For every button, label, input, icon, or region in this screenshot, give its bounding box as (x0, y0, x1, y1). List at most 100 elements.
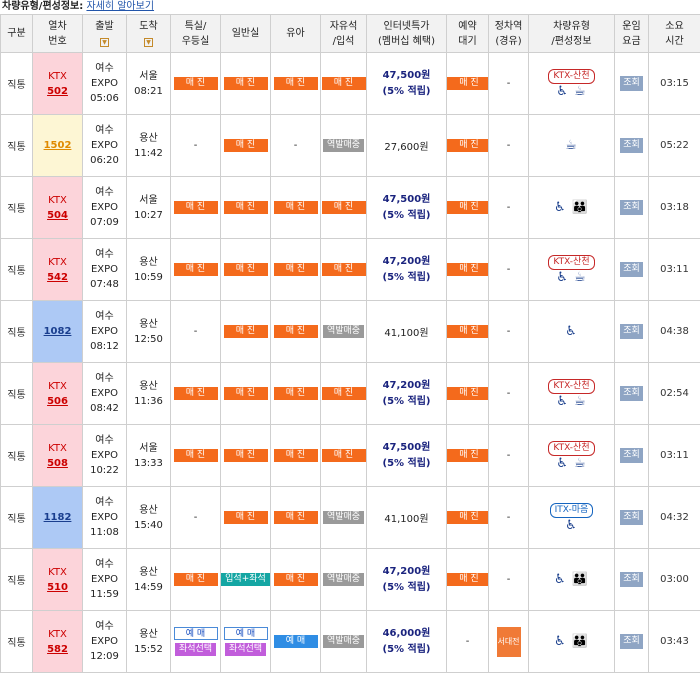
sold-out-button[interactable]: 매 진 (273, 387, 318, 400)
fare-lookup-button[interactable]: 조회 (620, 448, 643, 463)
waitlist-button[interactable]: 매 진 (447, 77, 488, 90)
seat-select-button[interactable]: 좌석선택 (174, 643, 217, 656)
general-cell: 매 진 (220, 424, 271, 487)
sold-out-button[interactable]: 매 진 (321, 387, 366, 400)
train-number-link[interactable]: 504 (47, 210, 68, 221)
sold-out-button[interactable]: 매 진 (223, 387, 268, 400)
train-number-link[interactable]: 1182 (44, 512, 72, 523)
infant-cell: 매 진 (270, 548, 321, 611)
fare-lookup-button[interactable]: 조회 (620, 262, 643, 277)
sold-out-button[interactable]: 매 진 (321, 77, 366, 90)
sold-out-button[interactable]: 매 진 (273, 77, 318, 90)
type-cell: 직통 (0, 176, 33, 239)
vehicle-type-badge[interactable]: KTX-산천 (548, 254, 595, 270)
sold-out-button[interactable]: 매 진 (273, 263, 318, 276)
sold-out-button[interactable]: 매 진 (173, 573, 218, 586)
reserve-cell: 매 진 (446, 114, 489, 177)
train-number-link[interactable]: 502 (47, 86, 68, 97)
train-cell[interactable]: 1182 (32, 486, 83, 549)
sort-down-icon[interactable]: ▼ (100, 37, 109, 47)
sold-out-button[interactable]: 매 진 (273, 201, 318, 214)
fare-cell: 조회 (614, 176, 649, 239)
train-cell[interactable]: KTX 582 (32, 610, 83, 673)
sold-out-button[interactable]: 역발매중 (322, 511, 365, 524)
fare-cell: 조회 (614, 238, 649, 301)
sold-out-button[interactable]: 매 진 (273, 573, 318, 586)
waitlist-button[interactable]: 매 진 (447, 263, 488, 276)
train-brand: KTX (48, 70, 67, 82)
sold-out-button[interactable]: 매 진 (273, 325, 318, 338)
waitlist-button[interactable]: 매 진 (447, 449, 488, 462)
train-number-link[interactable]: 582 (47, 644, 68, 655)
waitlist-button[interactable]: 매 진 (447, 201, 488, 214)
table-row: 직통 1082 여수 EXPO 08:12 용산 12:50 - 매 진 매 진 역발… (0, 300, 700, 363)
sold-out-button[interactable]: 매 진 (173, 449, 218, 462)
fare-lookup-button[interactable]: 조회 (620, 634, 643, 649)
train-number-link[interactable]: 1502 (44, 140, 72, 151)
train-cell[interactable]: 1082 (32, 300, 83, 363)
sold-out-button[interactable]: 입석+좌석 (221, 573, 270, 586)
sold-out-button[interactable]: 매 진 (223, 449, 268, 462)
fare-lookup-button[interactable]: 조회 (620, 386, 643, 401)
fare-lookup-button[interactable]: 조회 (620, 76, 643, 91)
infant-cell: 매 진 (270, 424, 321, 487)
sold-out-button[interactable]: 역발매중 (322, 635, 365, 648)
fare-lookup-button[interactable]: 조회 (620, 510, 643, 525)
sold-out-button[interactable]: 매 진 (173, 201, 218, 214)
waitlist-button[interactable]: 매 진 (447, 139, 488, 152)
book-button[interactable]: 예 매 (223, 627, 268, 640)
train-cell[interactable]: KTX 510 (32, 548, 83, 611)
fare-lookup-button[interactable]: 조회 (620, 200, 643, 215)
sold-out-button[interactable]: 매 진 (173, 77, 218, 90)
vehicle-type-badge[interactable]: KTX-산천 (548, 68, 595, 84)
vehicle-type-badge[interactable]: KTX-산천 (548, 378, 595, 394)
sold-out-button[interactable]: 매 진 (173, 263, 218, 276)
sort-down-icon[interactable]: ▼ (144, 37, 153, 47)
train-number-link[interactable]: 506 (47, 396, 68, 407)
waitlist-button[interactable]: 매 진 (447, 511, 488, 524)
type-cell: 직통 (0, 486, 33, 549)
fare-lookup-button[interactable]: 조회 (620, 138, 643, 153)
train-cell[interactable]: KTX 508 (32, 424, 83, 487)
waitlist-button[interactable]: 매 진 (447, 573, 488, 586)
col-arr[interactable]: 도착 ▼ (126, 14, 171, 53)
sold-out-button[interactable]: 매 진 (273, 511, 318, 524)
sold-out-button[interactable]: 매 진 (223, 511, 268, 524)
waitlist-button[interactable]: 매 진 (447, 325, 488, 338)
sold-out-button[interactable]: 매 진 (223, 201, 268, 214)
fare-lookup-button[interactable]: 조회 (620, 324, 643, 339)
sold-out-button[interactable]: 역발매중 (322, 325, 365, 338)
train-cell[interactable]: KTX 542 (32, 238, 83, 301)
waitlist-button[interactable]: 매 진 (447, 387, 488, 400)
sold-out-button[interactable]: 역발매중 (322, 573, 365, 586)
reserve-cell: - (446, 610, 489, 673)
train-cell[interactable]: 1502 (32, 114, 83, 177)
train-cell[interactable]: KTX 502 (32, 52, 83, 115)
col-dep[interactable]: 출발 ▼ (82, 14, 127, 53)
train-cell[interactable]: KTX 504 (32, 176, 83, 239)
sold-out-button[interactable]: 매 진 (223, 263, 268, 276)
sold-out-button[interactable]: 매 진 (321, 263, 366, 276)
stop-station-button[interactable]: 서대전 (496, 626, 521, 657)
train-number-link[interactable]: 542 (47, 272, 68, 283)
vehicle-type-badge[interactable]: KTX-산천 (548, 440, 595, 456)
sold-out-button[interactable]: 매 진 (321, 449, 366, 462)
fare-lookup-button[interactable]: 조회 (620, 572, 643, 587)
sold-out-button[interactable]: 매 진 (223, 77, 268, 90)
stop-none: - (506, 326, 511, 337)
sold-out-button[interactable]: 매 진 (223, 139, 268, 152)
book-button[interactable]: 예 매 (173, 627, 218, 640)
sold-out-button[interactable]: 매 진 (273, 449, 318, 462)
sold-out-button[interactable]: 매 진 (223, 325, 268, 338)
vehicle-info-link[interactable]: 자세히 알아보기 (86, 1, 154, 12)
train-number-link[interactable]: 1082 (44, 326, 72, 337)
seat-select-button[interactable]: 좌석선택 (224, 643, 267, 656)
sold-out-button[interactable]: 매 진 (321, 201, 366, 214)
train-cell[interactable]: KTX 506 (32, 362, 83, 425)
sold-out-button[interactable]: 매 진 (173, 387, 218, 400)
train-number-link[interactable]: 508 (47, 458, 68, 469)
train-number-link[interactable]: 510 (47, 582, 68, 593)
vehicle-type-badge[interactable]: ITX-마음 (549, 502, 594, 518)
book-button[interactable]: 예 매 (273, 635, 318, 648)
sold-out-button[interactable]: 역발매중 (322, 139, 365, 152)
